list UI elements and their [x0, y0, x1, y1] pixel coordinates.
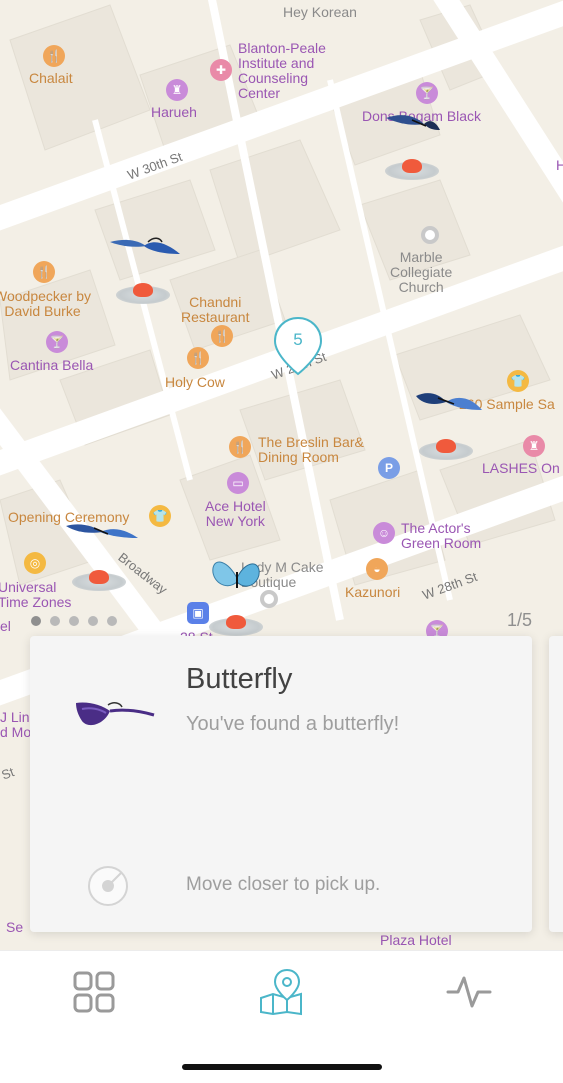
place-label-actors-green-room: The Actor's Green Room	[401, 521, 481, 551]
edge-label-el: el	[0, 618, 11, 634]
place-label-blanton-peale-text: Blanton-Peale Institute and Counseling C…	[238, 40, 326, 101]
place-label-hey-korean: Hey Korean	[283, 4, 357, 20]
page-count: 1/5	[506, 610, 532, 630]
place-label-chandni: Chandni Restaurant	[181, 295, 249, 325]
place-label-woodpecker: Woodpecker by David Burke	[0, 289, 91, 319]
butterfly-spot[interactable]	[419, 439, 473, 460]
butterfly-card[interactable]: Butterfly You've found a butterfly! Move…	[30, 636, 532, 932]
edge-label-h: H	[556, 157, 563, 173]
butterfly-spot[interactable]	[116, 283, 170, 304]
tab-bar	[0, 950, 563, 1083]
parking-icon: P	[378, 457, 400, 479]
place-label-cantina-bella: Cantina Bella	[10, 357, 94, 373]
church-icon	[421, 226, 439, 244]
butterfly-icon	[76, 702, 155, 726]
restaurant-icon: 🍴	[187, 347, 209, 369]
place-label-chandni-text: Chandni Restaurant	[181, 294, 250, 325]
butterfly-spot[interactable]	[385, 159, 439, 180]
place-label-universal-time-text: Universal Time Zones	[0, 579, 72, 610]
app: W 30th St W 29th St W 28th St Broadway S…	[0, 0, 563, 1083]
cocktail-icon: 🍸	[46, 331, 68, 353]
proximity-target-icon	[88, 866, 128, 906]
restaurant-icon: 🍴	[33, 261, 55, 283]
place-label-chalait: Chalait	[29, 70, 73, 86]
tab-activity[interactable]	[444, 967, 494, 1017]
pager-dot[interactable]	[31, 616, 41, 626]
card-hint: Move closer to pick up.	[186, 874, 381, 895]
map-pin-icon	[260, 968, 302, 1016]
place-label-lashes: LASHES On	[482, 460, 560, 476]
tab-collection[interactable]	[69, 967, 119, 1017]
butterfly-icon[interactable]	[64, 520, 140, 544]
place-label-universal-time: Universal Time Zones	[0, 580, 71, 610]
place-label-marble-church: Marble Collegiate Church	[390, 250, 452, 295]
beauty-icon: ♜	[523, 435, 545, 457]
home-indicator	[182, 1064, 382, 1070]
butterfly-icon[interactable]	[414, 388, 484, 414]
place-label-ace-hotel-text: Ace Hotel New York	[205, 498, 266, 529]
butterfly-icon[interactable]	[108, 234, 182, 260]
cluster-pin[interactable]: 5	[273, 316, 325, 378]
restaurant-icon: 🍴	[43, 45, 65, 67]
place-label-breslin: The Breslin Bar& Dining Room	[258, 435, 364, 465]
pager-dot[interactable]	[50, 616, 60, 626]
butterfly-spot[interactable]	[72, 570, 126, 591]
jewelry-icon: ◎	[24, 552, 46, 574]
cluster-count: 5	[293, 330, 303, 349]
grid-icon	[73, 971, 115, 1013]
place-label-breslin-text: The Breslin Bar& Dining Room	[258, 434, 364, 465]
next-card-peek[interactable]	[549, 636, 563, 932]
butterfly-icon[interactable]	[211, 558, 263, 598]
hotel-icon: ▭	[227, 472, 249, 494]
shopping-icon: 👕	[149, 505, 171, 527]
bar-icon: ♜	[166, 79, 188, 101]
tab-map[interactable]	[256, 967, 306, 1017]
place-label-blanton-peale: Blanton-Peale Institute and Counseling C…	[238, 41, 326, 101]
place-label-holy-cow: Holy Cow	[165, 374, 225, 390]
pager-dot[interactable]	[107, 616, 117, 626]
place-label-woodpecker-text: Woodpecker by David Burke	[0, 288, 92, 319]
place-label-plaza-hotel: Plaza Hotel	[380, 932, 452, 948]
card-pager	[31, 616, 117, 626]
restaurant-icon: 🍴	[211, 325, 233, 347]
map-view[interactable]: W 30th St W 29th St W 28th St Broadway S…	[0, 0, 563, 950]
restaurant-icon: 🍴	[229, 436, 251, 458]
pager-dot[interactable]	[69, 616, 79, 626]
edge-label-lin-text: J Lin d Mo	[0, 709, 32, 740]
place-label-kazunori: Kazunori	[345, 584, 401, 600]
edge-label-lin: J Lin d Mo	[0, 710, 31, 740]
medical-icon: ✚	[210, 59, 232, 81]
butterfly-icon[interactable]	[382, 110, 442, 136]
butterfly-spot[interactable]	[209, 615, 263, 636]
theater-icon: ☺	[373, 522, 395, 544]
place-label-ace-hotel: Ace Hotel New York	[205, 499, 266, 529]
cocktail-icon: 🍸	[416, 82, 438, 104]
place-label-harueh: Harueh	[151, 104, 197, 120]
shopping-icon: 👕	[507, 370, 529, 392]
subway-icon: ▣	[187, 602, 209, 624]
pulse-icon	[446, 976, 492, 1008]
pager-dot[interactable]	[88, 616, 98, 626]
card-title: Butterfly	[186, 663, 293, 695]
card-subtitle: You've found a butterfly!	[186, 713, 400, 735]
place-label-marble-church-text: Marble Collegiate Church	[390, 249, 453, 295]
place-label-actors-green-room-text: The Actor's Green Room	[401, 520, 482, 551]
edge-label-se: Se	[6, 919, 24, 935]
restaurant-icon: ◒	[366, 558, 388, 580]
